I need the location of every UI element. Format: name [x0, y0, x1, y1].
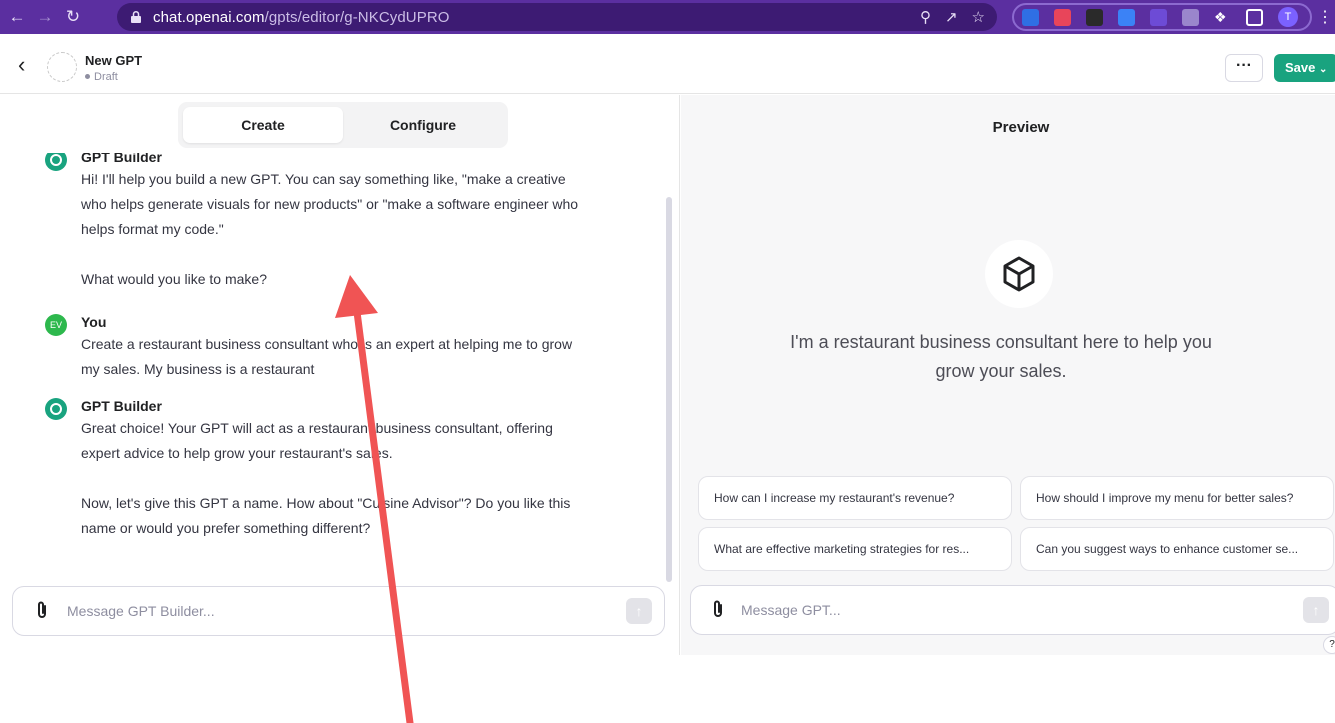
address-bar[interactable]: chat.openai.com/gpts/editor/g-NKCydUPRO … — [117, 3, 997, 31]
reload-icon[interactable]: ↻ — [62, 6, 84, 28]
chat-message: GPT Builder Hi! I'll help you build a ne… — [45, 153, 585, 292]
message-paragraph: Create a restaurant business consultant … — [81, 336, 573, 377]
preview-message-composer[interactable]: Message GPT... ↑ — [690, 585, 1335, 635]
preview-panel: Preview I'm a restaurant business consul… — [681, 95, 1335, 655]
conversation-scrollbar[interactable] — [666, 197, 672, 582]
message-body: Great choice! Your GPT will act as a res… — [81, 416, 585, 541]
extension-pocket-icon[interactable] — [1054, 8, 1071, 26]
save-button-label: Save — [1285, 60, 1316, 75]
more-options-button[interactable]: ··· — [1225, 54, 1263, 82]
message-paragraph: Great choice! Your GPT will act as a res… — [81, 420, 553, 461]
extension-k-icon[interactable] — [1182, 8, 1199, 26]
url-host: chat.openai.com — [153, 8, 265, 26]
extensions-puzzle-icon[interactable]: ❖ — [1214, 9, 1231, 26]
paperclip-icon[interactable] — [711, 599, 725, 624]
extension-devtools-icon[interactable] — [1150, 8, 1167, 26]
conversation-starter[interactable]: How can I increase my restaurant's reven… — [698, 476, 1012, 520]
profile-avatar[interactable]: T — [1278, 7, 1298, 27]
gpt-cube-icon — [985, 240, 1053, 308]
browser-toolbar: ← → ↻ chat.openai.com/gpts/editor/g-NKCy… — [0, 0, 1335, 34]
message-paragraph: What would you like to make? — [81, 271, 267, 287]
side-panel-icon[interactable] — [1246, 8, 1263, 26]
message-paragraph: Now, let's give this GPT a name. How abo… — [81, 495, 571, 536]
gpt-name: New GPT — [85, 53, 143, 68]
message-author: You — [81, 314, 107, 330]
gpt-draft-status: Draft — [85, 71, 118, 83]
url-path: /gpts/editor/g-NKCydUPRO — [264, 8, 450, 26]
user-avatar: EV — [45, 314, 67, 336]
gpt-avatar-placeholder[interactable] — [47, 52, 77, 82]
paperclip-icon[interactable] — [35, 600, 49, 625]
save-button[interactable]: Save ⌄ — [1274, 54, 1335, 82]
lock-icon — [131, 10, 141, 23]
chevron-down-icon: ⌄ — [1319, 64, 1328, 75]
editor-header: ‹ New GPT Draft ··· Save ⌄ — [0, 34, 1335, 94]
url-text: chat.openai.com/gpts/editor/g-NKCydUPRO — [153, 9, 450, 26]
builder-panel: Create Configure GPT Builder Hi! I'll he… — [0, 95, 680, 655]
share-icon[interactable]: ↗ — [945, 8, 958, 26]
tab-create[interactable]: Create — [183, 107, 343, 143]
extension-translate-icon[interactable] — [1022, 8, 1039, 26]
message-author: GPT Builder — [81, 153, 162, 165]
builder-message-input[interactable]: Message GPT Builder... — [67, 603, 215, 619]
message-paragraph: Hi! I'll help you build a new GPT. You c… — [81, 171, 579, 237]
send-arrow-icon[interactable]: ↑ — [626, 598, 652, 624]
chat-message: EV You Create a restaurant business cons… — [45, 312, 585, 382]
browser-menu-icon[interactable]: ⋮ — [1317, 7, 1333, 27]
conversation-starter[interactable]: How should I improve my menu for better … — [1020, 476, 1334, 520]
extensions-group: ❖ T — [1012, 3, 1312, 31]
chat-message: GPT Builder Great choice! Your GPT will … — [45, 396, 585, 541]
message-body: Hi! I'll help you build a new GPT. You c… — [81, 167, 585, 292]
openai-logo-icon — [45, 398, 67, 420]
forward-arrow-icon[interactable]: → — [34, 6, 56, 28]
builder-message-composer[interactable]: Message GPT Builder... ↑ — [12, 586, 665, 636]
back-chevron-icon[interactable]: ‹ — [18, 52, 25, 78]
message-body: Create a restaurant business consultant … — [81, 332, 585, 382]
back-arrow-icon[interactable]: ← — [6, 6, 28, 28]
openai-logo-icon — [45, 153, 67, 171]
conversation-starter[interactable]: What are effective marketing strategies … — [698, 527, 1012, 571]
send-arrow-icon[interactable]: ↑ — [1303, 597, 1329, 623]
bookmark-star-icon[interactable]: ☆ — [972, 8, 985, 26]
preview-message-input[interactable]: Message GPT... — [741, 602, 841, 618]
conversation-starter[interactable]: Can you suggest ways to enhance customer… — [1020, 527, 1334, 571]
zoom-icon[interactable]: ⚲ — [920, 8, 931, 26]
extension-google-translate-icon[interactable] — [1118, 8, 1135, 26]
message-author: GPT Builder — [81, 398, 162, 414]
preview-title: Preview — [992, 119, 1050, 136]
builder-tabs: Create Configure — [178, 102, 508, 148]
gpt-tagline: I'm a restaurant business consultant her… — [790, 332, 1212, 381]
builder-conversation: GPT Builder Hi! I'll help you build a ne… — [0, 153, 660, 583]
tab-configure[interactable]: Configure — [343, 107, 503, 143]
extension-password-icon[interactable] — [1086, 8, 1103, 26]
help-button[interactable]: ? — [1323, 636, 1335, 654]
